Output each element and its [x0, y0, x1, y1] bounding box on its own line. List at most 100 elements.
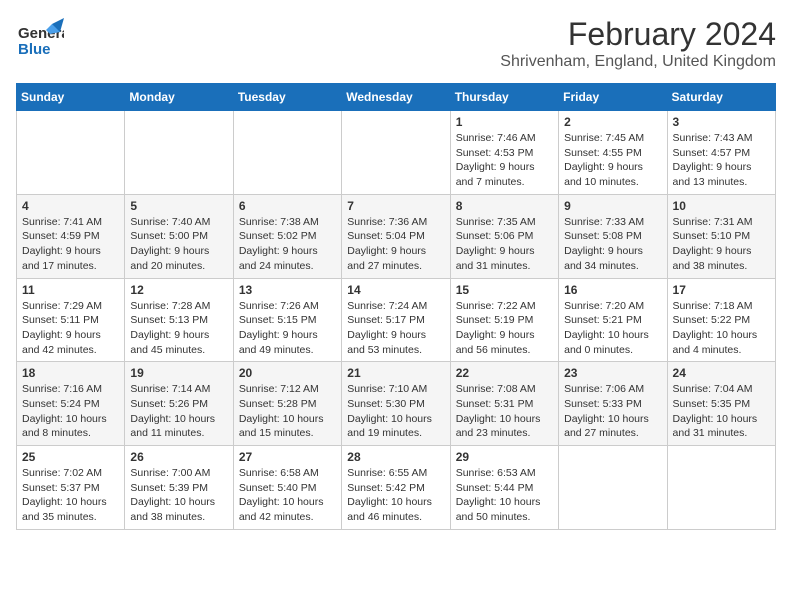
- week-row-2: 4Sunrise: 7:41 AMSunset: 4:59 PMDaylight…: [17, 194, 776, 278]
- day-info: Sunrise: 6:58 AMSunset: 5:40 PMDaylight:…: [239, 466, 336, 525]
- day-number: 1: [456, 115, 553, 129]
- calendar-cell: [667, 446, 775, 530]
- day-info: Sunrise: 7:46 AMSunset: 4:53 PMDaylight:…: [456, 131, 553, 190]
- col-header-saturday: Saturday: [667, 84, 775, 111]
- location: Shrivenham, England, United Kingdom: [500, 53, 776, 71]
- calendar-cell: [125, 111, 233, 195]
- day-info: Sunrise: 7:35 AMSunset: 5:06 PMDaylight:…: [456, 215, 553, 274]
- calendar-cell: 6 Sunrise: 7:38 AMSunset: 5:02 PMDaylight…: [233, 194, 341, 278]
- day-info: Sunrise: 7:04 AMSunset: 5:35 PMDaylight:…: [673, 382, 770, 441]
- calendar-cell: 22Sunrise: 7:08 AMSunset: 5:31 PMDayligh…: [450, 362, 558, 446]
- logo-icon: General Blue: [16, 16, 64, 69]
- day-number: 7: [347, 199, 444, 213]
- day-info: Sunrise: 7:18 AMSunset: 5:22 PMDaylight:…: [673, 299, 770, 358]
- day-info: Sunrise: 7:45 AMSunset: 4:55 PMDaylight:…: [564, 131, 661, 190]
- day-number: 21: [347, 366, 444, 380]
- day-info: Sunrise: 7:14 AMSunset: 5:26 PMDaylight:…: [130, 382, 227, 441]
- day-number: 12: [130, 283, 227, 297]
- day-number: 26: [130, 450, 227, 464]
- week-row-1: 1 Sunrise: 7:46 AMSunset: 4:53 PMDaylight…: [17, 111, 776, 195]
- day-number: 18: [22, 366, 119, 380]
- calendar-cell: 25Sunrise: 7:02 AMSunset: 5:37 PMDayligh…: [17, 446, 125, 530]
- day-number: 10: [673, 199, 770, 213]
- day-number: 6: [239, 199, 336, 213]
- calendar-cell: 27 Sunrise: 6:58 AMSunset: 5:40 PMDayligh…: [233, 446, 341, 530]
- calendar-cell: 15Sunrise: 7:22 AMSunset: 5:19 PMDayligh…: [450, 278, 558, 362]
- week-row-3: 11 Sunrise: 7:29 AMSunset: 5:11 PMDayligh…: [17, 278, 776, 362]
- col-header-tuesday: Tuesday: [233, 84, 341, 111]
- calendar-cell: 4Sunrise: 7:41 AMSunset: 4:59 PMDaylight…: [17, 194, 125, 278]
- calendar-table: SundayMondayTuesdayWednesdayThursdayFrid…: [16, 83, 776, 530]
- day-info: Sunrise: 7:20 AMSunset: 5:21 PMDaylight:…: [564, 299, 661, 358]
- day-number: 9: [564, 199, 661, 213]
- calendar-cell: 29 Sunrise: 6:53 AMSunset: 5:44 PMDayligh…: [450, 446, 558, 530]
- day-number: 25: [22, 450, 119, 464]
- calendar-cell: 16 Sunrise: 7:20 AMSunset: 5:21 PMDayligh…: [559, 278, 667, 362]
- day-number: 15: [456, 283, 553, 297]
- day-number: 5: [130, 199, 227, 213]
- day-info: Sunrise: 7:28 AMSunset: 5:13 PMDaylight:…: [130, 299, 227, 358]
- calendar-cell: 11 Sunrise: 7:29 AMSunset: 5:11 PMDayligh…: [17, 278, 125, 362]
- day-info: Sunrise: 7:00 AMSunset: 5:39 PMDaylight:…: [130, 466, 227, 525]
- day-number: 24: [673, 366, 770, 380]
- col-header-thursday: Thursday: [450, 84, 558, 111]
- col-header-sunday: Sunday: [17, 84, 125, 111]
- day-info: Sunrise: 7:06 AMSunset: 5:33 PMDaylight:…: [564, 382, 661, 441]
- day-number: 20: [239, 366, 336, 380]
- calendar-cell: 3 Sunrise: 7:43 AMSunset: 4:57 PMDaylight…: [667, 111, 775, 195]
- month-title: February 2024: [500, 16, 776, 53]
- day-info: Sunrise: 6:53 AMSunset: 5:44 PMDaylight:…: [456, 466, 553, 525]
- day-info: Sunrise: 7:43 AMSunset: 4:57 PMDaylight:…: [673, 131, 770, 190]
- day-number: 2: [564, 115, 661, 129]
- day-info: Sunrise: 7:36 AMSunset: 5:04 PMDaylight:…: [347, 215, 444, 274]
- calendar-cell: 24 Sunrise: 7:04 AMSunset: 5:35 PMDayligh…: [667, 362, 775, 446]
- day-number: 29: [456, 450, 553, 464]
- day-info: Sunrise: 7:40 AMSunset: 5:00 PMDaylight:…: [130, 215, 227, 274]
- calendar-cell: 8Sunrise: 7:35 AMSunset: 5:06 PMDaylight…: [450, 194, 558, 278]
- page-header: General Blue February 2024 Shrivenham, E…: [16, 16, 776, 71]
- calendar-cell: 18Sunrise: 7:16 AMSunset: 5:24 PMDayligh…: [17, 362, 125, 446]
- week-row-4: 18Sunrise: 7:16 AMSunset: 5:24 PMDayligh…: [17, 362, 776, 446]
- day-info: Sunrise: 7:24 AMSunset: 5:17 PMDaylight:…: [347, 299, 444, 358]
- calendar-cell: 23 Sunrise: 7:06 AMSunset: 5:33 PMDayligh…: [559, 362, 667, 446]
- calendar-cell: 2 Sunrise: 7:45 AMSunset: 4:55 PMDaylight…: [559, 111, 667, 195]
- day-number: 28: [347, 450, 444, 464]
- day-number: 23: [564, 366, 661, 380]
- calendar-cell: [17, 111, 125, 195]
- day-number: 16: [564, 283, 661, 297]
- calendar-cell: 17Sunrise: 7:18 AMSunset: 5:22 PMDayligh…: [667, 278, 775, 362]
- col-header-friday: Friday: [559, 84, 667, 111]
- calendar-cell: 5 Sunrise: 7:40 AMSunset: 5:00 PMDaylight…: [125, 194, 233, 278]
- calendar-cell: 19Sunrise: 7:14 AMSunset: 5:26 PMDayligh…: [125, 362, 233, 446]
- week-row-5: 25Sunrise: 7:02 AMSunset: 5:37 PMDayligh…: [17, 446, 776, 530]
- calendar-cell: [559, 446, 667, 530]
- day-number: 13: [239, 283, 336, 297]
- day-number: 27: [239, 450, 336, 464]
- day-info: Sunrise: 7:08 AMSunset: 5:31 PMDaylight:…: [456, 382, 553, 441]
- day-info: Sunrise: 7:38 AMSunset: 5:02 PMDaylight:…: [239, 215, 336, 274]
- day-info: Sunrise: 7:33 AMSunset: 5:08 PMDaylight:…: [564, 215, 661, 274]
- day-info: Sunrise: 7:26 AMSunset: 5:15 PMDaylight:…: [239, 299, 336, 358]
- col-header-monday: Monday: [125, 84, 233, 111]
- day-info: Sunrise: 6:55 AMSunset: 5:42 PMDaylight:…: [347, 466, 444, 525]
- col-header-wednesday: Wednesday: [342, 84, 450, 111]
- calendar-cell: 12 Sunrise: 7:28 AMSunset: 5:13 PMDayligh…: [125, 278, 233, 362]
- logo: General Blue: [16, 16, 64, 69]
- calendar-cell: 9 Sunrise: 7:33 AMSunset: 5:08 PMDaylight…: [559, 194, 667, 278]
- day-info: Sunrise: 7:10 AMSunset: 5:30 PMDaylight:…: [347, 382, 444, 441]
- calendar-cell: 20Sunrise: 7:12 AMSunset: 5:28 PMDayligh…: [233, 362, 341, 446]
- title-block: February 2024 Shrivenham, England, Unite…: [500, 16, 776, 71]
- day-number: 4: [22, 199, 119, 213]
- calendar-cell: 7 Sunrise: 7:36 AMSunset: 5:04 PMDaylight…: [342, 194, 450, 278]
- calendar-cell: 28 Sunrise: 6:55 AMSunset: 5:42 PMDayligh…: [342, 446, 450, 530]
- day-info: Sunrise: 7:29 AMSunset: 5:11 PMDaylight:…: [22, 299, 119, 358]
- calendar-header-row: SundayMondayTuesdayWednesdayThursdayFrid…: [17, 84, 776, 111]
- calendar-cell: 26 Sunrise: 7:00 AMSunset: 5:39 PMDayligh…: [125, 446, 233, 530]
- day-number: 3: [673, 115, 770, 129]
- calendar-cell: [233, 111, 341, 195]
- calendar-cell: 13 Sunrise: 7:26 AMSunset: 5:15 PMDayligh…: [233, 278, 341, 362]
- day-number: 11: [22, 283, 119, 297]
- calendar-cell: 1 Sunrise: 7:46 AMSunset: 4:53 PMDaylight…: [450, 111, 558, 195]
- calendar-cell: 14Sunrise: 7:24 AMSunset: 5:17 PMDayligh…: [342, 278, 450, 362]
- day-info: Sunrise: 7:31 AMSunset: 5:10 PMDaylight:…: [673, 215, 770, 274]
